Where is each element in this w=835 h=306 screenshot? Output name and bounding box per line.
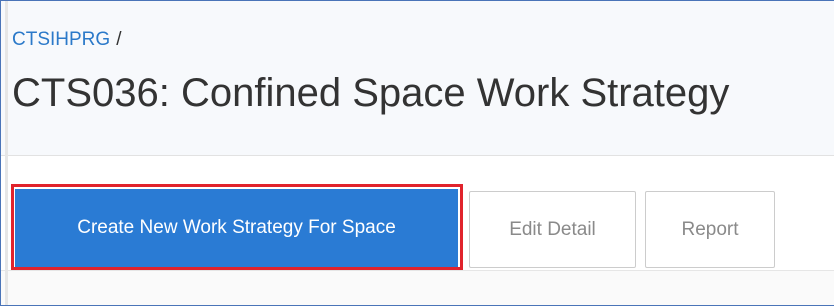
action-toolbar: Create New Work Strategy For Space Edit … [1,156,834,271]
report-button[interactable]: Report [645,191,775,268]
app-frame: CTSIHPRG / CTS036: Confined Space Work St… [0,0,834,306]
breadcrumb-separator: / [116,29,122,50]
content-area [1,270,834,305]
breadcrumb-link-ctsihprg[interactable]: CTSIHPRG [12,29,110,50]
page-header: CTSIHPRG / CTS036: Confined Space Work St… [1,1,834,156]
create-new-work-strategy-button[interactable]: Create New Work Strategy For Space [15,189,458,267]
left-divider [5,1,8,305]
breadcrumb: CTSIHPRG / [12,29,121,51]
edit-detail-button[interactable]: Edit Detail [469,191,636,268]
page-title: CTS036: Confined Space Work Strategy [12,71,730,115]
